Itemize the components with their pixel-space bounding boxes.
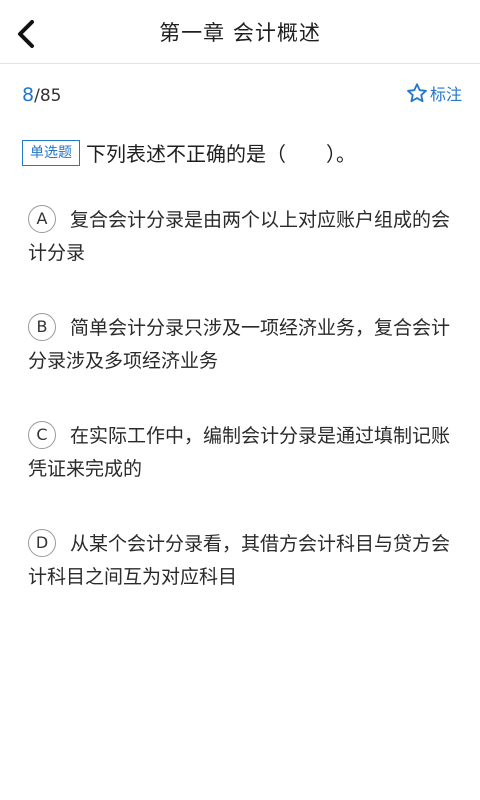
- progress-current: 8: [22, 84, 35, 106]
- option-d[interactable]: D 从某个会计分录看，其借方会计科目与贷方会计科目之间互为对应科目: [28, 528, 458, 594]
- mark-button[interactable]: 标注: [406, 81, 462, 105]
- question-screen: 第一章 会计概述 8/85 标注 单选题 下列表述不正确的是（ ）。 A 复合会计…: [0, 0, 480, 800]
- question-type-badge: 单选题: [22, 139, 80, 166]
- option-b[interactable]: B 简单会计分录只涉及一项经济业务，复合会计分录涉及多项经济业务: [28, 312, 458, 378]
- option-text: 从某个会计分录看，其借方会计科目与贷方会计科目之间互为对应科目: [28, 533, 451, 588]
- question-stem: 单选题 下列表述不正确的是（ ）。: [22, 138, 462, 167]
- question-text: 下列表述不正确的是（ ）。: [86, 142, 356, 166]
- option-letter: A: [28, 204, 56, 233]
- option-list: A 复合会计分录是由两个以上对应账户组成的会计分录 B 简单会计分录只涉及一项经济业…: [28, 204, 458, 636]
- option-letter: B: [28, 312, 56, 341]
- mark-label: 标注: [429, 85, 462, 104]
- page-title: 第一章 会计概述: [159, 21, 321, 45]
- option-letter: D: [28, 528, 56, 557]
- progress-bar: 8/85 标注: [0, 64, 480, 124]
- progress-total: /85: [34, 86, 62, 106]
- progress-indicator: 8/85: [22, 84, 61, 106]
- star-outline-icon: [407, 83, 427, 103]
- option-a[interactable]: A 复合会计分录是由两个以上对应账户组成的会计分录: [28, 204, 458, 270]
- option-letter: C: [28, 420, 56, 449]
- option-text: 在实际工作中，编制会计分录是通过填制记账凭证来完成的: [28, 425, 451, 480]
- option-text: 简单会计分录只涉及一项经济业务，复合会计分录涉及多项经济业务: [28, 317, 451, 372]
- header: 第一章 会计概述: [0, 0, 480, 64]
- option-text: 复合会计分录是由两个以上对应账户组成的会计分录: [28, 209, 451, 264]
- option-c[interactable]: C 在实际工作中，编制会计分录是通过填制记账凭证来完成的: [28, 420, 458, 486]
